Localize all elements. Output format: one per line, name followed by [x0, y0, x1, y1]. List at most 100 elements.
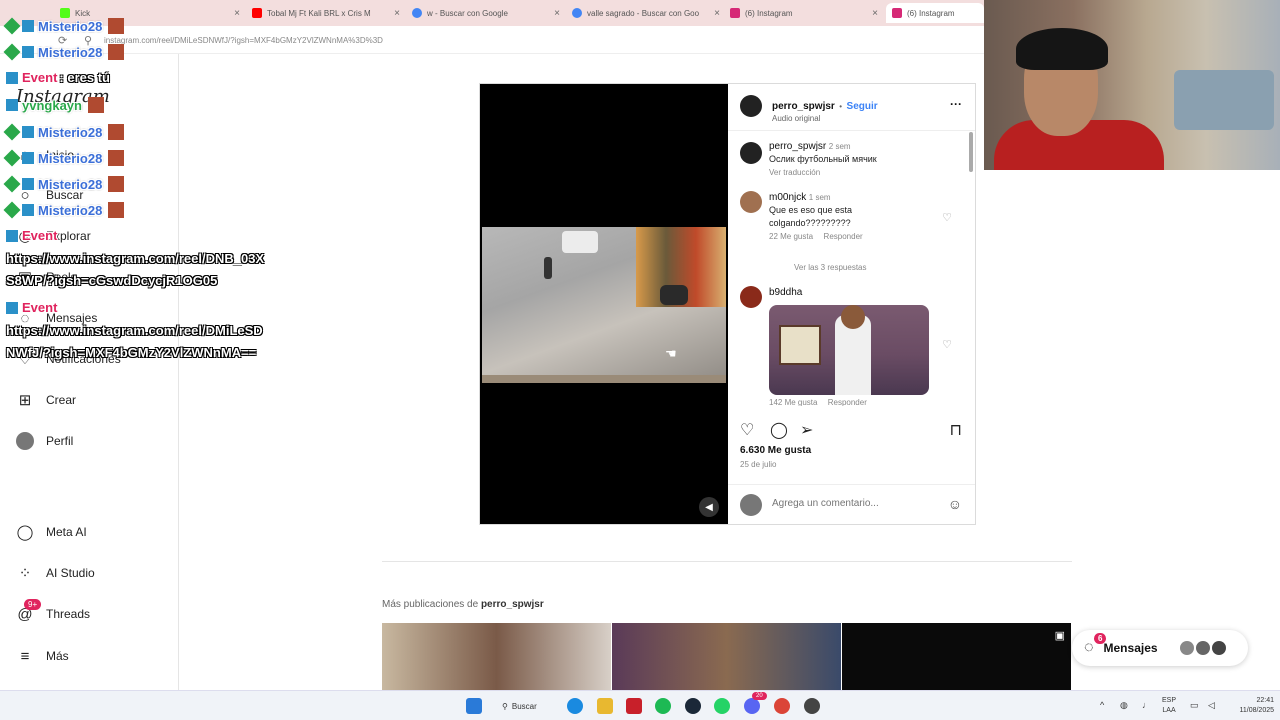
- chrome-icon[interactable]: [774, 698, 790, 714]
- browser-tab[interactable]: valle sagrado - Buscar con Goo ×: [572, 3, 720, 23]
- post-date: 25 de julio: [740, 460, 777, 469]
- post-thumbnail[interactable]: ▣: [842, 623, 1071, 690]
- plus-icon: ⊞: [18, 392, 32, 409]
- author-username[interactable]: perro_spwjsr: [772, 101, 835, 112]
- caption: perro_spwjsr 2 sem Ослик футбольный мячи…: [740, 140, 960, 177]
- mouse-cursor-icon: ☚: [665, 346, 677, 361]
- menu-icon: ≡: [20, 647, 30, 665]
- ai-studio-icon: ⁘: [18, 565, 32, 582]
- browser-tab-active[interactable]: (6) Instagram: [886, 3, 984, 23]
- view-replies-link[interactable]: Ver las 3 respuestas: [794, 263, 866, 272]
- close-icon[interactable]: ×: [872, 8, 878, 19]
- language-indicator[interactable]: ESP LAA: [1162, 696, 1176, 716]
- bookmark-icon[interactable]: ⊓: [950, 420, 962, 440]
- like-comment-icon[interactable]: ♡: [942, 338, 952, 351]
- steam-icon[interactable]: [685, 698, 701, 714]
- chat-message: Event: [6, 300, 57, 315]
- volume-icon[interactable]: ◀: [699, 497, 719, 517]
- tray-chevron-icon[interactable]: ^: [1100, 700, 1104, 710]
- browser-tab[interactable]: (6) Instagram ×: [730, 3, 878, 23]
- volume-icon[interactable]: ◁: [1208, 700, 1215, 710]
- meta-ai-icon: ◯: [16, 524, 34, 541]
- taskbar-search[interactable]: ⚲ Buscar: [502, 697, 552, 715]
- instagram-icon: [730, 8, 740, 18]
- microphone-icon[interactable]: ♩: [1142, 700, 1151, 710]
- commenter-avatar[interactable]: [740, 286, 762, 308]
- commenter-avatar[interactable]: [740, 191, 762, 213]
- chat-link[interactable]: https://www.instagram.com/reel/DMiLeSD N…: [6, 320, 306, 364]
- sidebar-item-perfil[interactable]: Perfil: [16, 432, 73, 450]
- comment-gif: [769, 305, 929, 395]
- add-comment-row: ☺: [740, 494, 962, 516]
- likes-count[interactable]: 6.630 Me gusta: [740, 445, 811, 456]
- sidebar-item-ai-studio[interactable]: ⁘ AI Studio: [16, 564, 95, 582]
- app-icon[interactable]: [626, 698, 642, 714]
- share-icon[interactable]: ➢: [800, 420, 813, 440]
- sidebar-item-meta-ai[interactable]: ◯ Meta AI: [16, 523, 87, 541]
- obs-icon[interactable]: [804, 698, 820, 714]
- messages-button[interactable]: ◌ 6 Mensajes: [1072, 630, 1248, 666]
- avatar: [1211, 641, 1226, 655]
- chat-message: Misterio28: [3, 43, 125, 61]
- translate-link[interactable]: Ver traducción: [769, 168, 820, 177]
- reel-video[interactable]: ☚ ◀: [480, 84, 728, 524]
- network-icon[interactable]: ◍: [1120, 700, 1128, 710]
- action-bar: ♡ ◯ ➢ ⊓: [740, 420, 962, 440]
- chat-message: Event: [6, 228, 57, 243]
- sidebar-item-threads[interactable]: @9+ Threads: [16, 599, 90, 623]
- comment-icon[interactable]: ◯: [770, 420, 788, 440]
- avatar: [740, 494, 762, 516]
- spotify-icon[interactable]: [655, 698, 671, 714]
- comment: m00njck 1 sem Que es eso que esta colgan…: [740, 191, 960, 272]
- chat-link[interactable]: https://www.instagram.com/reel/DNB_03X S…: [6, 248, 306, 292]
- like-comment-icon[interactable]: ♡: [942, 211, 952, 224]
- messenger-icon: ◌ 6: [1084, 633, 1107, 657]
- close-icon[interactable]: ×: [554, 8, 560, 19]
- sidebar-item-crear[interactable]: ⊞ Crear: [16, 391, 76, 409]
- emoji-icon[interactable]: ☺: [948, 496, 962, 512]
- comment-input[interactable]: [772, 498, 922, 509]
- more-options-icon[interactable]: ···: [950, 97, 962, 111]
- stream-chat-overlay: Misterio28 Misterio28 Event: eres tú yvn…: [0, 0, 300, 370]
- notification-badge: 9+: [24, 599, 42, 610]
- close-icon[interactable]: ×: [394, 8, 400, 19]
- more-posts-heading: Más publicaciones de perro_spwjsr: [382, 599, 544, 610]
- author-avatar[interactable]: [740, 95, 762, 117]
- audio-label[interactable]: Audio original: [772, 114, 878, 123]
- threads-icon: @9+: [16, 599, 42, 623]
- video-frame: [482, 227, 726, 383]
- like-icon[interactable]: ♡: [740, 420, 754, 440]
- avatar: [1179, 641, 1194, 655]
- close-icon[interactable]: ×: [714, 8, 720, 19]
- avatar: [16, 432, 34, 450]
- chat-message: Misterio28: [3, 17, 125, 35]
- chat-message: Misterio28: [3, 201, 125, 219]
- post-panel: perro_spwjsr • Seguir Audio original ···…: [728, 84, 975, 524]
- post-thumbnail[interactable]: [612, 623, 841, 690]
- comment: b9ddha ♡ 142 Me gusta Responder: [740, 286, 960, 406]
- edge-icon[interactable]: [567, 698, 583, 714]
- search-icon: ⚲: [502, 701, 508, 711]
- webcam-overlay: [984, 0, 1280, 170]
- folder-icon[interactable]: [597, 698, 613, 714]
- monitor-icon[interactable]: ▭: [1190, 700, 1199, 710]
- chat-message: Misterio28: [3, 123, 125, 141]
- author-avatar[interactable]: [740, 142, 762, 164]
- google-icon: [572, 8, 582, 18]
- instagram-icon: [892, 8, 902, 18]
- windows-start-icon[interactable]: [466, 698, 482, 714]
- follow-button[interactable]: Seguir: [847, 101, 878, 112]
- sidebar-item-mas[interactable]: ≡ Más: [16, 647, 69, 665]
- discord-icon[interactable]: 20: [744, 692, 767, 714]
- whatsapp-icon[interactable]: [714, 698, 730, 714]
- post-thumbnail[interactable]: [382, 623, 611, 690]
- google-icon: [412, 8, 422, 18]
- clock[interactable]: 22:41 11/08/2025: [1226, 696, 1274, 716]
- taskbar: ⚲ Buscar 20 ^ ◍ ♩ ESP LAA ▭ ◁ 22:41 11/08/2…: [0, 690, 1280, 720]
- chat-message: Misterio28: [3, 175, 125, 193]
- reels-icon: ▣: [1054, 630, 1065, 642]
- browser-tab[interactable]: w - Buscar con Google ×: [412, 3, 560, 23]
- notification-badge: 20: [752, 692, 767, 700]
- chat-message: Event: eres tú: [6, 70, 110, 85]
- scrollbar[interactable]: [969, 132, 973, 172]
